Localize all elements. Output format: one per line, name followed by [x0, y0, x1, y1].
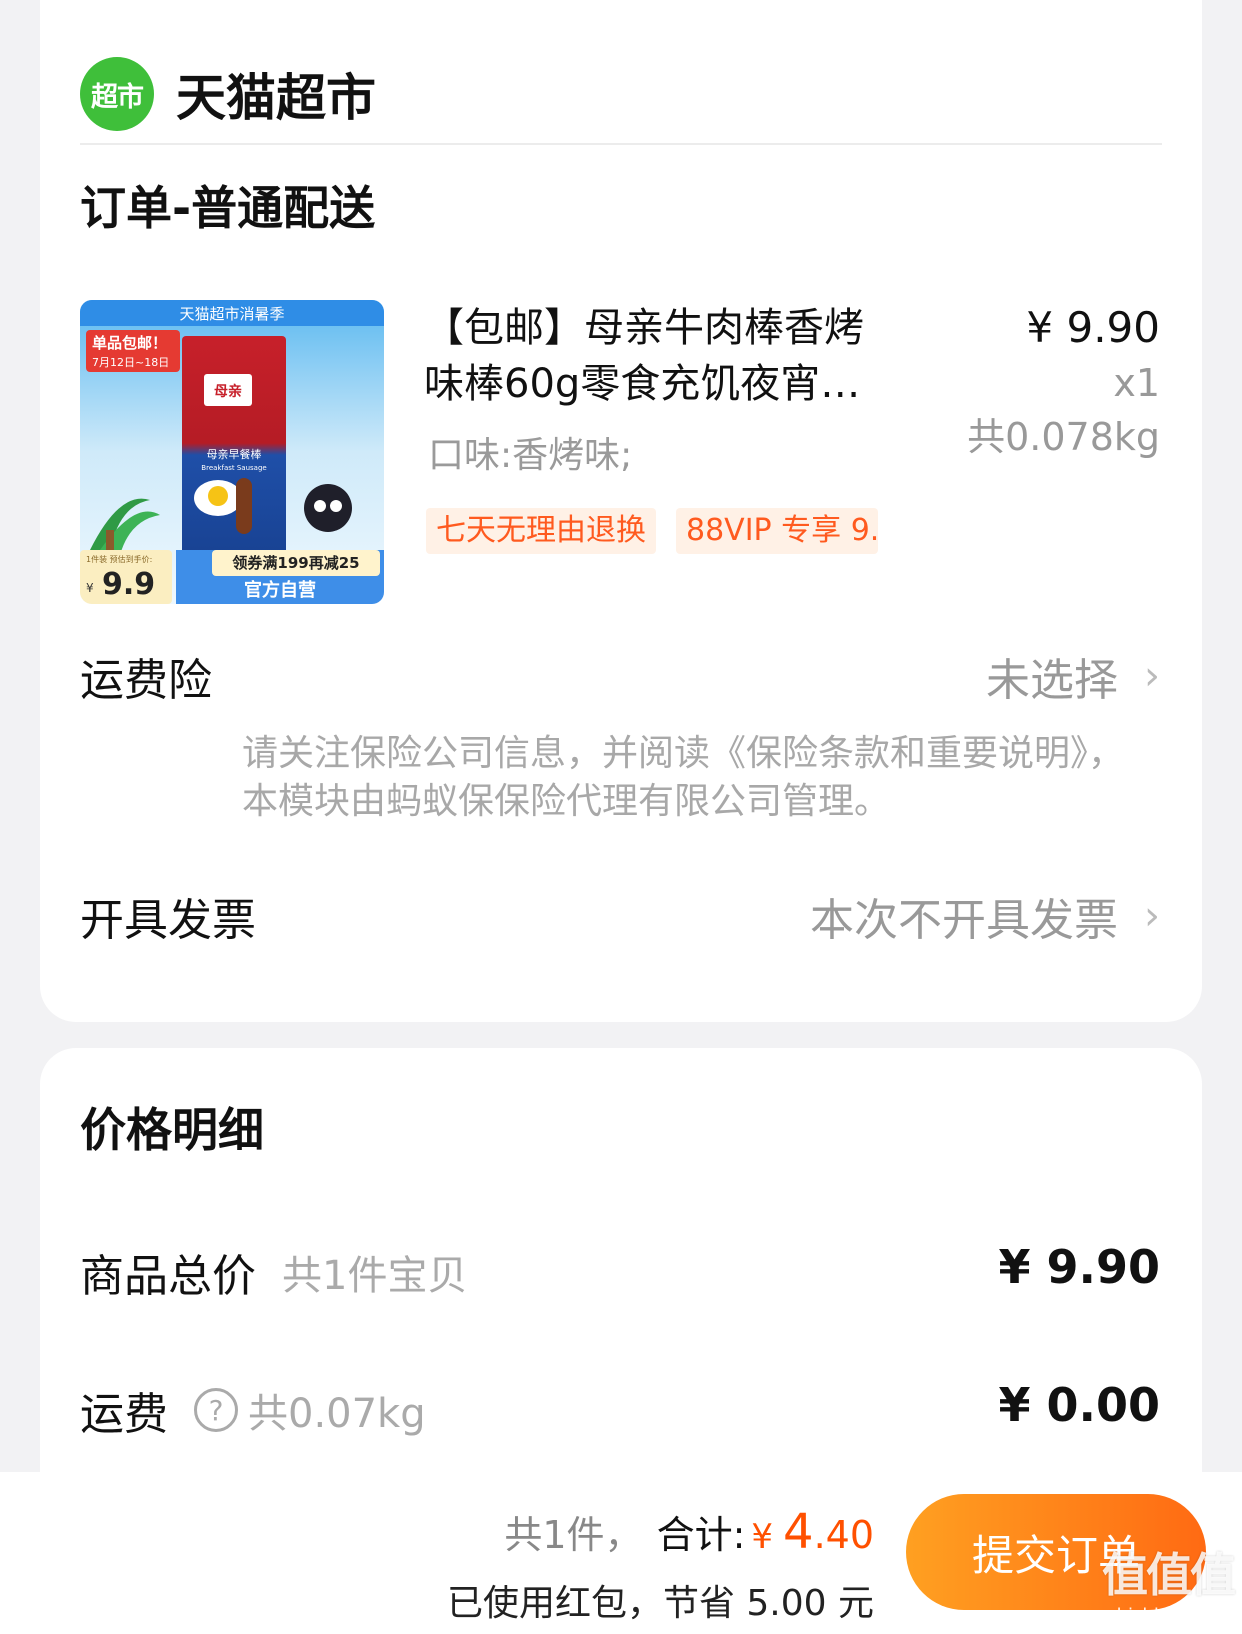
divider [80, 143, 1162, 145]
image-brand: 母亲 [214, 383, 242, 400]
image-pkg-line1: 母亲早餐棒 [207, 447, 262, 461]
chevron-right-icon: › [1144, 653, 1160, 699]
watermark: 值值值 zhizhizhi.com [1102, 1539, 1236, 1626]
goods-total-row: 商品总价 共1件宝贝 [80, 1240, 467, 1304]
image-price: 9.9 [102, 567, 155, 602]
shipping-weight: 共0.07kg [248, 1391, 426, 1437]
image-pkg-line2: Breakfast Sausage [201, 464, 266, 472]
checkout-bar: 共1件， 合计: ¥ 4 .40 已使用红包，节省 5.00 元 提交订单 值值… [0, 1472, 1242, 1634]
product-title[interactable]: 【包邮】母亲牛肉棒香烤味棒60g零食充饥夜宵早餐 [424, 300, 894, 412]
shipping-fee-value: ¥ 0.00 [998, 1378, 1160, 1432]
total-amount: ¥ 4 .40 [751, 1504, 874, 1560]
shipping-insurance-selector[interactable]: 未选择 › [986, 644, 1160, 708]
order-card: 超市 天猫超市 订单-普通配送 天猫超市消暑季 单品包邮！ 7月12日~18日 … [40, 0, 1202, 1022]
product-weight: 共0.078kg [967, 415, 1160, 459]
question-circle-icon[interactable]: ? [194, 1388, 238, 1432]
invoice-selector[interactable]: 本次不开具发票 › [810, 884, 1160, 948]
image-coupon: 领券满199再减25 [231, 554, 359, 572]
product-price-column: ¥ 9.90 x1 共0.078kg [967, 300, 1160, 464]
tag-88vip: 88VIP 专享 9.5折 [676, 508, 878, 554]
image-official: 官方自营 [244, 579, 316, 601]
product-tags: 七天无理由退换 88VIP 专享 9.5折 [426, 508, 878, 554]
chevron-right-icon: › [1144, 893, 1160, 939]
order-summary: 共1件， 合计: ¥ 4 .40 [504, 1504, 874, 1560]
goods-total-value: ¥ 9.90 [998, 1240, 1160, 1294]
tag-return-policy: 七天无理由退换 [426, 508, 656, 554]
shop-header[interactable]: 超市 天猫超市 [80, 44, 376, 144]
insurance-note[interactable]: 请关注保险公司信息，并阅读《保险条款和重要说明》，本模块由蚂蚁保保险代理有限公司… [242, 730, 1142, 826]
image-price-currency: ¥ [86, 581, 94, 595]
invoice-value: 本次不开具发票 [810, 895, 1118, 946]
invoice-label: 开具发票 [80, 895, 256, 946]
total-integer: 4 [783, 1504, 814, 1560]
order-section-title: 订单-普通配送 [80, 181, 376, 235]
image-banner-text: 天猫超市消暑季 [179, 305, 284, 323]
saving-text: 已使用红包，节省 5.00 元 [446, 1583, 874, 1624]
image-promo-date: 7月12日~18日 [92, 356, 169, 369]
watermark-logo: 值值值 [1102, 1548, 1236, 1602]
goods-total-label: 商品总价 [80, 1251, 256, 1302]
image-promo-title: 单品包邮！ [92, 334, 167, 352]
total-decimal: .40 [813, 1513, 874, 1557]
shipping-fee-row: 运费 ? 共0.07kg [80, 1378, 426, 1442]
item-count: 共1件， [504, 1513, 643, 1557]
watermark-url: zhizhizhi.com [1107, 1605, 1229, 1626]
shipping-insurance-label: 运费险 [80, 655, 212, 706]
shop-logo: 超市 [80, 57, 154, 131]
shipping-fee-label: 运费 [80, 1389, 168, 1440]
product-unit-price: ¥ 9.90 [1026, 303, 1160, 352]
product-spec[interactable]: 口味:香烤味; [428, 426, 632, 478]
price-detail-title: 价格明细 [80, 1103, 264, 1157]
goods-total-sub: 共1件宝贝 [282, 1253, 468, 1299]
total-currency: ¥ [751, 1517, 774, 1557]
product-image[interactable]: 天猫超市消暑季 单品包邮！ 7月12日~18日 母亲 母亲早餐棒 Breakfa… [80, 300, 384, 604]
shipping-fee-sub: ? 共0.07kg [194, 1381, 426, 1439]
image-price-hint: 1件装 预估到手价: [86, 554, 152, 564]
product-quantity: x1 [1113, 361, 1160, 405]
shipping-insurance-value: 未选择 [986, 655, 1118, 706]
shop-name: 天猫超市 [176, 69, 376, 127]
total-label: 合计: [656, 1513, 746, 1557]
